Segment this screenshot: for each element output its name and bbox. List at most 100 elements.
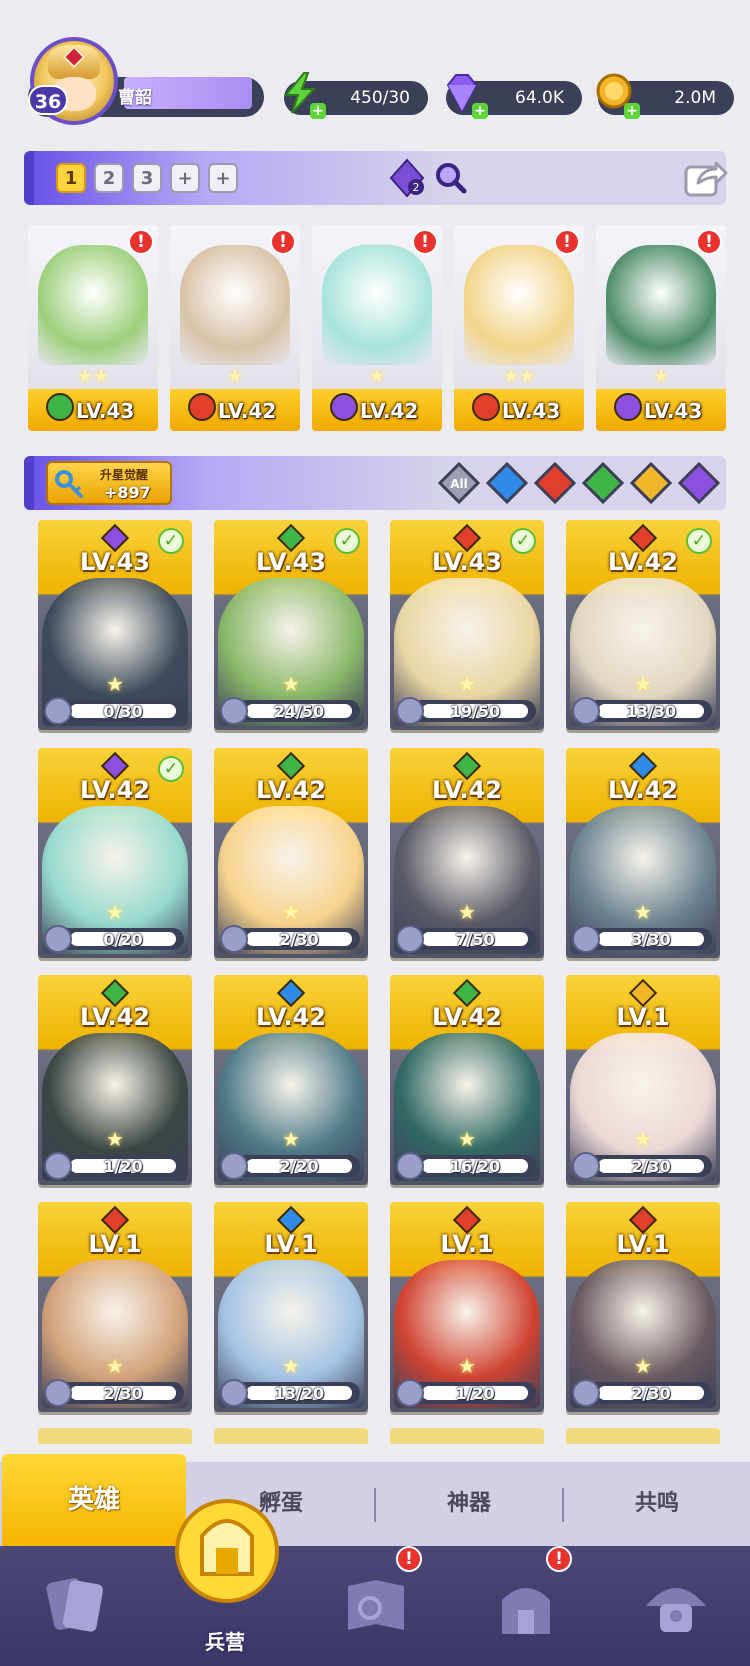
hero-card[interactable]: LV.1 ★ 13/20 [214,1202,368,1412]
hero-card[interactable]: LV.42 ✓ ★ 13/30 [566,520,720,730]
nav-castle[interactable]: ! [450,1546,600,1666]
team-hero-card[interactable]: ★★ LV.43! [454,225,584,431]
team-hero-card[interactable]: ★★ LV.43! [28,225,158,431]
awaken-count: +897 [104,483,151,502]
hero-card[interactable]: LV.1 ★ 2/30 [38,1202,192,1412]
nature-element-icon [46,393,74,421]
hero-level: LV.1 [264,1230,318,1258]
shard-progress-bar: 2/30 [572,1152,712,1180]
energy-counter[interactable]: + 450/30 [283,72,428,119]
in-team-check-icon: ✓ [686,528,712,554]
star-icon: ★ [634,1354,652,1378]
star-icon: ★ [106,1354,124,1378]
bottom-nav: 兵营 ! ! [0,1499,750,1666]
shard-icon [220,1152,248,1180]
shard-progress-bar: 0/30 [44,697,184,725]
hero-card[interactable]: LV.42 ★ 1/20 [38,975,192,1185]
hero-card[interactable]: LV.42 ★ 16/20 [390,975,544,1185]
hero-card[interactable]: LV.42 ✓ ★ 0/20 [38,748,192,958]
team-hero-card[interactable]: ★ LV.42! [312,225,442,431]
hero-card[interactable]: LV.42 ★ 7/50 [390,748,544,958]
castle-alert-badge: ! [546,1546,572,1572]
nav-cards[interactable] [0,1546,150,1666]
hero-stars: ★ [226,366,244,387]
tab-heroes[interactable]: 英雄 [2,1454,186,1546]
hero-portrait [464,245,574,365]
gems-counter[interactable]: + 64.0K [446,74,582,119]
shard-progress-bar: 16/20 [396,1152,536,1180]
filter-light-icon[interactable] [630,462,672,504]
shard-icon [396,925,424,953]
nav-map[interactable]: ! [300,1546,450,1666]
gems-plus-icon[interactable]: + [472,103,488,119]
shard-progress-bar: 2/30 [44,1379,184,1407]
shard-icon [220,1379,248,1407]
shard-progress-text: 0/20 [103,930,143,949]
shard-icon [44,925,72,953]
shard-progress-text: 3/30 [631,930,671,949]
shard-progress-bar: 2/30 [220,925,360,953]
tab-artifacts[interactable]: 神器 [376,1462,562,1546]
player-level-badge: 36 [28,85,68,115]
hero-card[interactable]: LV.42 ★ 2/30 [214,748,368,958]
peek-card [38,1428,192,1444]
player-name[interactable]: 曹韶 [118,83,152,108]
star-icon: ★ [282,1127,300,1151]
shard-progress-bar: 1/20 [44,1152,184,1180]
team-slot-3[interactable]: 3 [132,163,162,193]
hero-card[interactable]: LV.1 ★ 2/30 [566,1202,720,1412]
hero-card[interactable]: LV.1 ★ 1/20 [390,1202,544,1412]
hero-level: LV.43 [502,399,561,423]
team-slot-add-2[interactable]: + [208,163,238,193]
shard-icon [396,1152,424,1180]
hero-level: LV.42 [80,1003,150,1031]
star-icon: ★ [282,672,300,696]
team-hero-card[interactable]: ★ LV.43! [596,225,726,431]
castle-icon [502,1588,550,1634]
tab-resonance[interactable]: 共鸣 [564,1462,750,1546]
dark-element-icon [330,393,358,421]
filter-fire-icon[interactable] [534,462,576,504]
filter-dark-icon[interactable] [678,462,720,504]
alert-badge: ! [128,229,154,255]
key-icon [55,470,83,498]
nav-barracks[interactable]: 兵营 [150,1499,300,1666]
peek-card [566,1428,720,1444]
star-icon: ★ [106,672,124,696]
shard-icon [572,925,600,953]
map-alert-badge: ! [396,1546,422,1572]
formation-gem-icon[interactable]: 2 [386,157,428,199]
gold-plus-icon[interactable]: + [624,103,640,119]
shard-progress-text: 2/30 [103,1384,143,1403]
hero-card[interactable]: LV.1 ★ 2/30 [566,975,720,1185]
shard-progress-text: 2/30 [279,930,319,949]
search-icon[interactable] [430,157,472,199]
hero-card[interactable]: LV.42 ★ 3/30 [566,748,720,958]
team-slot-1[interactable]: 1 [56,163,86,193]
shard-progress-bar: 24/50 [220,697,360,725]
hero-card[interactable]: LV.42 ★ 2/20 [214,975,368,1185]
awaken-button[interactable]: 升星觉醒 +897 [46,461,172,505]
tab-bar: 英雄 孵蛋 神器 共鸣 [0,1454,750,1546]
hero-card[interactable]: LV.43 ✓ ★ 0/30 [38,520,192,730]
hero-card[interactable]: LV.43 ✓ ★ 24/50 [214,520,368,730]
filter-nature-icon[interactable] [582,462,624,504]
filter-all-icon[interactable]: All [438,462,480,504]
hero-card[interactable]: LV.43 ✓ ★ 19/50 [390,520,544,730]
star-icon: ★ [634,672,652,696]
gold-counter[interactable]: + 2.0M [596,73,734,119]
team-slot-2[interactable]: 2 [94,163,124,193]
hero-stars: ★★ [76,366,110,387]
shard-progress-text: 0/30 [103,702,143,721]
team-hero-card[interactable]: ★ LV.42! [170,225,300,431]
shard-icon [44,1152,72,1180]
shard-progress-text: 1/20 [103,1157,143,1176]
share-icon[interactable] [682,155,728,201]
in-team-check-icon: ✓ [158,756,184,782]
dark-element-icon [614,393,642,421]
team-slot-add-1[interactable]: + [170,163,200,193]
nav-guild[interactable] [600,1546,750,1666]
barracks-icon [175,1499,279,1603]
filter-water-icon[interactable] [486,462,528,504]
energy-plus-icon[interactable]: + [310,103,326,119]
